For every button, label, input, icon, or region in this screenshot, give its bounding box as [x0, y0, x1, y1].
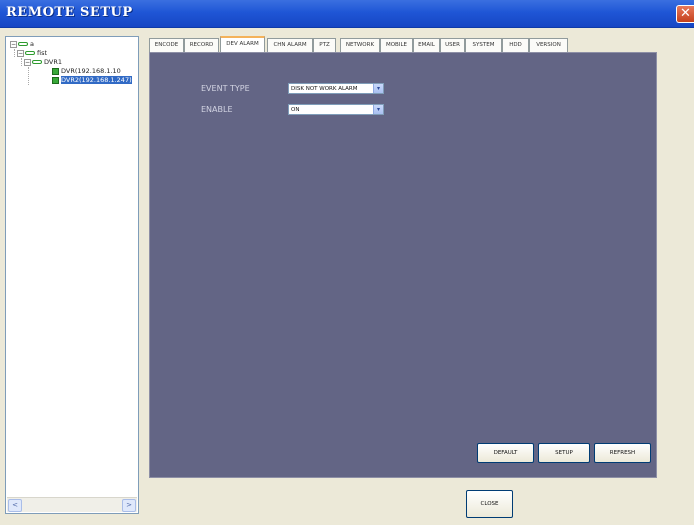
dvr-icon [52, 76, 59, 84]
chevron-down-icon[interactable]: ▾ [373, 105, 383, 114]
tab-ptz[interactable]: PTZ [313, 38, 336, 52]
tab-user[interactable]: USER [440, 38, 465, 52]
tree-node-dvr-10[interactable]: DVR(192.168.1.10 [52, 67, 121, 76]
window-title: REMOTE SETUP [6, 5, 133, 20]
event-type-value: DISK NOT WORK ALARM [291, 86, 358, 92]
default-button[interactable]: DEFAULT [477, 443, 534, 463]
tab-dev-alarm[interactable]: DEV ALARM [220, 36, 265, 52]
tab-network[interactable]: NETWORK [340, 38, 380, 52]
tab-encode[interactable]: ENCODE [149, 38, 184, 52]
tab-hdd[interactable]: HDD [502, 38, 529, 52]
setup-button[interactable]: SETUP [538, 443, 590, 463]
tab-mobile[interactable]: MOBILE [380, 38, 413, 52]
tree-horizontal-scrollbar[interactable]: < > [7, 497, 137, 512]
window-close-button[interactable]: ✕ [676, 5, 694, 23]
tab-email[interactable]: EMAIL [413, 38, 440, 52]
refresh-button[interactable]: REFRESH [594, 443, 651, 463]
enable-value: ON [291, 107, 300, 113]
enable-label: ENABLE [201, 105, 233, 114]
collapse-icon[interactable]: − [17, 49, 24, 57]
group-icon [18, 42, 28, 46]
collapse-icon[interactable]: − [10, 40, 17, 48]
close-button[interactable]: CLOSE [466, 490, 513, 518]
tab-chn-alarm[interactable]: CHN ALARM [267, 38, 313, 52]
group-icon [25, 51, 35, 55]
tab-version[interactable]: VERSION [529, 38, 568, 52]
tree-node-dvr1[interactable]: − DVR1 [24, 58, 62, 67]
tree-node-fist[interactable]: − fist [17, 49, 47, 58]
tree-node-a[interactable]: − a [10, 40, 34, 49]
tab-record[interactable]: RECORD [184, 38, 219, 52]
event-type-select[interactable]: DISK NOT WORK ALARM ▾ [288, 83, 384, 94]
scroll-left-button[interactable]: < [8, 499, 22, 512]
device-tree[interactable]: − a − fist − DVR1 DVR(192.168.1.10 DVR2(192… [5, 36, 139, 514]
event-type-label: EVENT TYPE [201, 84, 250, 93]
title-bar: REMOTE SETUP [0, 0, 694, 28]
group-icon [32, 60, 42, 64]
tab-system[interactable]: SYSTEM [465, 38, 502, 52]
enable-select[interactable]: ON ▾ [288, 104, 384, 115]
tree-node-dvr2[interactable]: DVR2(192.168.1.247) [52, 76, 132, 85]
dvr-icon [52, 67, 59, 75]
dev-alarm-panel: EVENT TYPE DISK NOT WORK ALARM ▾ ENABLE … [149, 52, 657, 478]
scroll-right-button[interactable]: > [122, 499, 136, 512]
chevron-down-icon[interactable]: ▾ [373, 84, 383, 93]
collapse-icon[interactable]: − [24, 58, 31, 66]
